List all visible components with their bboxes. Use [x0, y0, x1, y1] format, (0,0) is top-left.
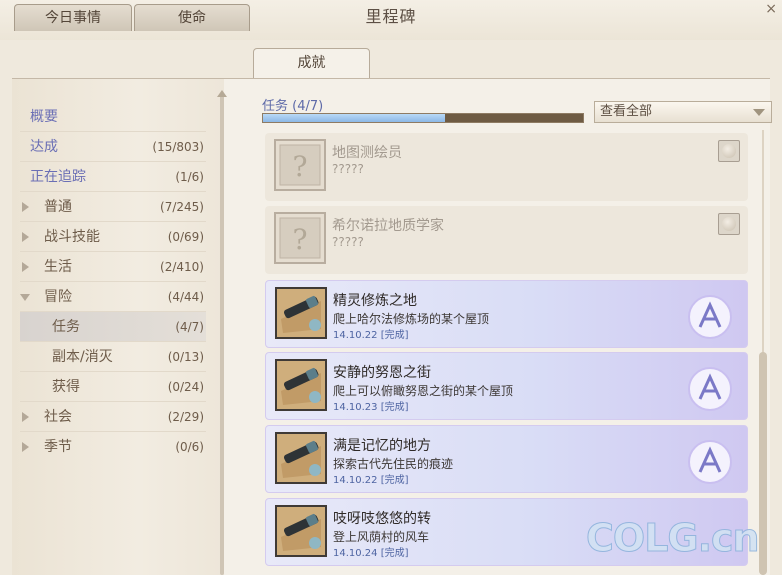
completion-date: 14.10.22 [完成] — [333, 330, 409, 341]
unknown-achievement-icon: ? — [274, 139, 326, 191]
nav-item-dungeon[interactable]: 副本/消灭 (0/13) — [20, 342, 206, 372]
nav-label: 概要 — [30, 109, 58, 125]
expand-arrow-icon[interactable] — [22, 442, 29, 452]
progress-fill — [263, 114, 446, 122]
view-filter-dropdown[interactable]: 查看全部 — [594, 101, 772, 123]
nav-item-season[interactable]: 季节 (0/6) — [20, 432, 206, 462]
dropdown-value: 查看全部 — [600, 104, 653, 119]
achievement-name: 地图测绘员 — [332, 145, 402, 161]
nav-item-achieved[interactable]: 达成 (15/803) — [20, 132, 206, 162]
section-progress-label: 任务 (4/7) — [262, 99, 324, 114]
nav-label: 社会 — [44, 409, 72, 425]
list-scrollbar[interactable] — [759, 130, 767, 575]
achievement-row[interactable]: ? 地图测绘员 ????? — [265, 133, 748, 201]
nav-item-general[interactable]: 普通 (7/245) — [20, 192, 206, 222]
nav-label: 正在追踪 — [30, 169, 86, 185]
achievement-desc: 登上风荫村的风车 — [333, 530, 430, 544]
close-icon[interactable]: × — [765, 0, 778, 18]
achievement-name: 精灵修炼之地 — [333, 293, 417, 309]
watermark-logo: COLG.cn — [586, 516, 761, 561]
track-toggle-icon[interactable] — [718, 213, 740, 235]
svg-text:?: ? — [292, 150, 307, 183]
nav-label: 获得 — [52, 379, 80, 395]
achievement-row[interactable]: 安静的努恩之街 爬上可以俯瞰努恩之街的某个屋顶 14.10.23 [完成] — [265, 352, 748, 420]
collapse-arrow-icon[interactable] — [20, 294, 30, 301]
achievement-desc: 探索古代先住民的痕迹 — [333, 457, 454, 471]
track-toggle-icon[interactable] — [718, 140, 740, 162]
scroll-up-arrow-icon[interactable] — [217, 90, 227, 97]
expand-arrow-icon[interactable] — [22, 262, 29, 272]
telescope-map-icon — [275, 359, 327, 411]
svg-text:?: ? — [292, 223, 307, 256]
nav-item-quests[interactable]: 任务 (4/7) — [20, 312, 206, 342]
nav-count: (0/24) — [167, 380, 204, 394]
nav-item-tracking[interactable]: 正在追踪 (1/6) — [20, 162, 206, 192]
nav-item-adventure[interactable]: 冒险 (4/44) — [20, 282, 206, 312]
nav-item-combat-skills[interactable]: 战斗技能 (0/69) — [20, 222, 206, 252]
nav-label: 生活 — [44, 259, 72, 275]
section-progress-bar — [262, 113, 584, 123]
nav-item-overview[interactable]: 概要 — [20, 102, 206, 132]
nav-count: (7/245) — [160, 200, 204, 214]
achievement-row[interactable]: ? 希尔诺拉地质学家 ????? — [265, 206, 748, 274]
completed-emblem-icon — [688, 440, 732, 484]
nav-count: (4/7) — [175, 320, 204, 334]
achievement-row[interactable]: 精灵修炼之地 爬上哈尔法修炼场的某个屋顶 14.10.22 [完成] — [265, 280, 748, 348]
completed-emblem-icon — [688, 295, 732, 339]
scroll-thumb[interactable] — [759, 352, 767, 575]
nav-item-obtain[interactable]: 获得 (0/24) — [20, 372, 206, 402]
telescope-map-icon — [275, 505, 327, 557]
nav-count: (1/6) — [175, 170, 204, 184]
completion-date: 14.10.24 [完成] — [333, 548, 409, 559]
nav-label: 达成 — [30, 139, 58, 155]
telescope-map-icon — [275, 287, 327, 339]
achievement-name: 安静的努恩之街 — [333, 365, 431, 381]
nav-count: (15/803) — [152, 140, 204, 154]
nav-label: 副本/消灭 — [52, 349, 113, 365]
nav-label: 季节 — [44, 439, 72, 455]
unknown-achievement-icon: ? — [274, 212, 326, 264]
completed-emblem-icon — [688, 367, 732, 411]
nav-count: (0/6) — [175, 440, 204, 454]
completion-date: 14.10.22 [完成] — [333, 475, 409, 486]
achievement-row[interactable]: 满是记忆的地方 探索古代先住民的痕迹 14.10.22 [完成] — [265, 425, 748, 493]
expand-arrow-icon[interactable] — [22, 202, 29, 212]
achievement-name: 希尔诺拉地质学家 — [332, 218, 444, 234]
tab-achievements[interactable]: 成就 — [253, 48, 370, 79]
expand-arrow-icon[interactable] — [22, 232, 29, 242]
tab-today[interactable]: 今日事情 — [14, 4, 132, 31]
nav-item-social[interactable]: 社会 (2/29) — [20, 402, 206, 432]
achievement-desc: ????? — [332, 162, 364, 176]
achievement-desc: ????? — [332, 235, 364, 249]
nav-count: (0/13) — [167, 350, 204, 364]
nav-count: (2/29) — [167, 410, 204, 424]
chevron-down-icon — [753, 109, 765, 116]
sidebar-scrollbar[interactable] — [220, 95, 224, 575]
nav-count: (4/44) — [167, 290, 204, 304]
nav-label: 任务 — [52, 319, 80, 335]
nav-label: 战斗技能 — [44, 229, 100, 245]
nav-item-life[interactable]: 生活 (2/410) — [20, 252, 206, 282]
nav-label: 冒险 — [44, 289, 72, 305]
expand-arrow-icon[interactable] — [22, 412, 29, 422]
tab-mission[interactable]: 使命 — [134, 4, 250, 31]
achievement-name: 吱呀吱悠悠的转 — [333, 511, 431, 527]
achievement-name: 满是记忆的地方 — [333, 438, 431, 454]
nav-label: 普通 — [44, 199, 72, 215]
nav-count: (2/410) — [160, 260, 204, 274]
telescope-map-icon — [275, 432, 327, 484]
nav-count: (0/69) — [167, 230, 204, 244]
achievement-desc: 爬上哈尔法修炼场的某个屋顶 — [333, 312, 490, 326]
completion-date: 14.10.23 [完成] — [333, 402, 409, 413]
window-title: 里程碑 — [365, 7, 417, 26]
achievement-desc: 爬上可以俯瞰努恩之街的某个屋顶 — [333, 384, 514, 398]
